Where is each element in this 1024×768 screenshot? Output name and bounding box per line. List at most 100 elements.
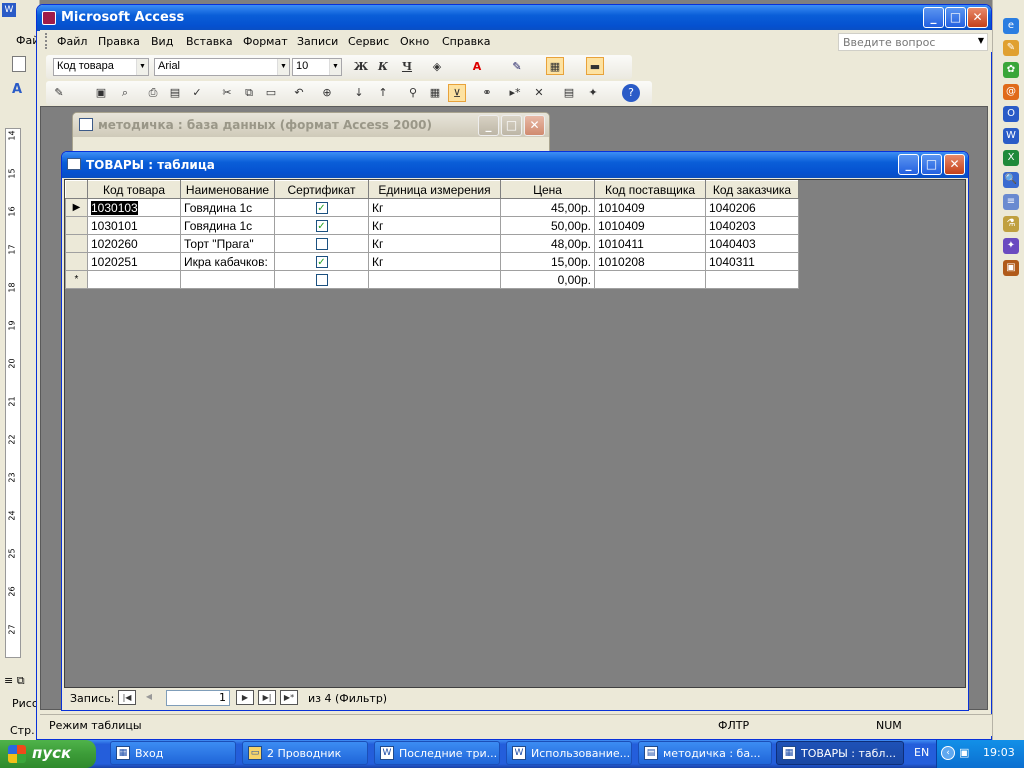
table-minimize-button[interactable]: _ <box>898 154 919 175</box>
cell-name[interactable] <box>180 270 275 289</box>
menu-grip[interactable] <box>45 33 48 49</box>
network-icon[interactable]: ▣ <box>959 746 969 759</box>
previous-record-button[interactable]: ◀ <box>140 690 158 705</box>
db-maximize-button[interactable]: □ <box>501 115 522 136</box>
cell-name[interactable]: Торт "Прага" <box>180 234 275 253</box>
word-new-doc-icon[interactable] <box>12 56 26 72</box>
chevron-down-icon[interactable]: ▼ <box>136 59 148 75</box>
cell-certificate[interactable]: ✓ <box>274 198 369 217</box>
bold-button[interactable]: Ж <box>352 58 370 76</box>
cell-unit[interactable] <box>368 270 501 289</box>
cell-unit[interactable]: Кг <box>368 252 501 271</box>
taskbar-item-active[interactable]: ▦ ТОВАРЫ : табл... <box>776 741 904 765</box>
view-buttons[interactable]: ≡ ⧉ <box>4 674 25 688</box>
cell-name[interactable]: Говядина 1с <box>180 198 275 217</box>
cell-unit[interactable]: Кг <box>368 216 501 235</box>
word-style-icon[interactable]: A <box>12 82 22 97</box>
last-record-button[interactable]: ▶| <box>258 690 276 705</box>
column-header[interactable]: Код заказчика <box>705 180 799 199</box>
paste-icon[interactable]: ▭ <box>262 84 280 102</box>
pen-icon[interactable]: ✎ <box>1003 40 1019 56</box>
db-minimize-button[interactable]: _ <box>478 115 499 136</box>
chevron-down-icon[interactable]: ▼ <box>978 36 984 45</box>
gridlines-icon[interactable]: ▦ <box>546 57 564 75</box>
menu-help[interactable]: Справка <box>442 35 490 48</box>
row-selector[interactable] <box>65 252 88 271</box>
flask-icon[interactable]: ⚗ <box>1003 216 1019 232</box>
new-record-icon[interactable]: ▸* <box>506 84 524 102</box>
cell-code[interactable] <box>87 270 181 289</box>
start-button[interactable]: пуск <box>0 740 96 768</box>
cell-customer[interactable]: 1040203 <box>705 216 799 235</box>
close-button[interactable]: ✕ <box>967 7 988 28</box>
font-combo[interactable]: Arial ▼ <box>154 58 290 76</box>
cell-price[interactable]: 48,00р. <box>500 234 595 253</box>
maximize-button[interactable]: □ <box>945 7 966 28</box>
column-header[interactable]: Код товара <box>87 180 181 199</box>
save-icon[interactable]: ▣ <box>92 84 110 102</box>
taskbar-item[interactable]: W Использование... <box>506 741 632 765</box>
cell-price[interactable]: 0,00р. <box>500 270 595 289</box>
table-maximize-button[interactable]: □ <box>921 154 942 175</box>
menu-window[interactable]: Окно <box>400 35 429 48</box>
checkbox-checked[interactable]: ✓ <box>315 220 328 233</box>
menu-insert[interactable]: Вставка <box>186 35 233 48</box>
fill-color-icon[interactable]: ◈ <box>428 58 446 76</box>
puzzle-icon[interactable]: ✦ <box>1003 238 1019 254</box>
spelling-icon[interactable]: ✓ <box>188 84 206 102</box>
table-title-bar[interactable]: ТОВАРЫ : таблица _ □ ✕ <box>62 152 968 178</box>
cell-unit[interactable]: Кг <box>368 198 501 217</box>
cell-price[interactable]: 15,00р. <box>500 252 595 271</box>
table-row[interactable]: ▶ 1030103 Говядина 1с ✓ Кг 45,00р. 1010409 1040… <box>65 198 799 217</box>
taskbar-item[interactable]: ▦ Вход <box>110 741 236 765</box>
line-color-icon[interactable]: ✎ <box>508 58 526 76</box>
search-icon[interactable]: ⌕ <box>116 84 134 102</box>
chest-icon[interactable]: ▣ <box>1003 260 1019 276</box>
underline-button[interactable]: Ч <box>398 58 416 76</box>
hyperlink-icon[interactable]: ⊕ <box>318 84 336 102</box>
outlook-icon[interactable]: O <box>1003 106 1019 122</box>
icq-icon[interactable]: ✿ <box>1003 62 1019 78</box>
filter-icon[interactable]: ⊻ <box>448 84 466 102</box>
note-icon[interactable]: ≡ <box>1003 194 1019 210</box>
row-selector[interactable] <box>65 234 88 253</box>
table-close-button[interactable]: ✕ <box>944 154 965 175</box>
cell-unit[interactable]: Кг <box>368 234 501 253</box>
cell-code[interactable]: 1030103 <box>87 198 181 217</box>
minimize-button[interactable]: _ <box>923 7 944 28</box>
cell-certificate[interactable]: ✓ <box>274 216 369 235</box>
database-window-icon[interactable]: ▤ <box>560 84 578 102</box>
cell-price[interactable]: 45,00р. <box>500 198 595 217</box>
cell-price[interactable]: 50,00р. <box>500 216 595 235</box>
taskbar-item[interactable]: W Последние три... <box>374 741 500 765</box>
row-selector[interactable]: ▶ <box>65 198 88 217</box>
new-object-icon[interactable]: ✦ <box>584 84 602 102</box>
column-header[interactable]: Единица измерения <box>368 180 501 199</box>
db-title-bar[interactable]: методичка : база данных (формат Access 2… <box>73 113 549 137</box>
word-draw-fragment[interactable]: Рисо <box>12 697 39 710</box>
cut-icon[interactable]: ✂ <box>218 84 236 102</box>
column-header[interactable]: Код поставщика <box>594 180 706 199</box>
table-row[interactable]: 1020260 Торт "Прага" Кг 48,00р. 1010411 10404… <box>65 234 799 253</box>
italic-button[interactable]: К <box>374 58 392 76</box>
tray-expand-icon[interactable]: ‹ <box>941 746 955 760</box>
first-record-button[interactable]: |◀ <box>118 690 136 705</box>
excel-icon[interactable]: X <box>1003 150 1019 166</box>
size-combo[interactable]: 10 ▼ <box>292 58 342 76</box>
cell-customer[interactable]: 1040403 <box>705 234 799 253</box>
new-row-selector[interactable]: * <box>65 270 88 289</box>
cell-certificate[interactable]: ✓ <box>274 252 369 271</box>
record-number-input[interactable]: 1 <box>166 690 230 706</box>
cell-code[interactable]: 1020251 <box>87 252 181 271</box>
font-color-icon[interactable]: A <box>468 58 486 76</box>
select-all-corner[interactable] <box>65 180 88 199</box>
cell-name[interactable]: Говядина 1с <box>180 216 275 235</box>
next-record-button[interactable]: ▶ <box>236 690 254 705</box>
cell-customer[interactable]: 1040311 <box>705 252 799 271</box>
taskbar-item[interactable]: ▤ методичка : ба... <box>638 741 772 765</box>
cell-supplier[interactable]: 1010409 <box>594 198 706 217</box>
cell-supplier[interactable]: 1010409 <box>594 216 706 235</box>
checkbox-unchecked[interactable] <box>315 274 328 287</box>
new-record-button[interactable]: ▶* <box>280 690 298 705</box>
cell-supplier[interactable]: 1010208 <box>594 252 706 271</box>
